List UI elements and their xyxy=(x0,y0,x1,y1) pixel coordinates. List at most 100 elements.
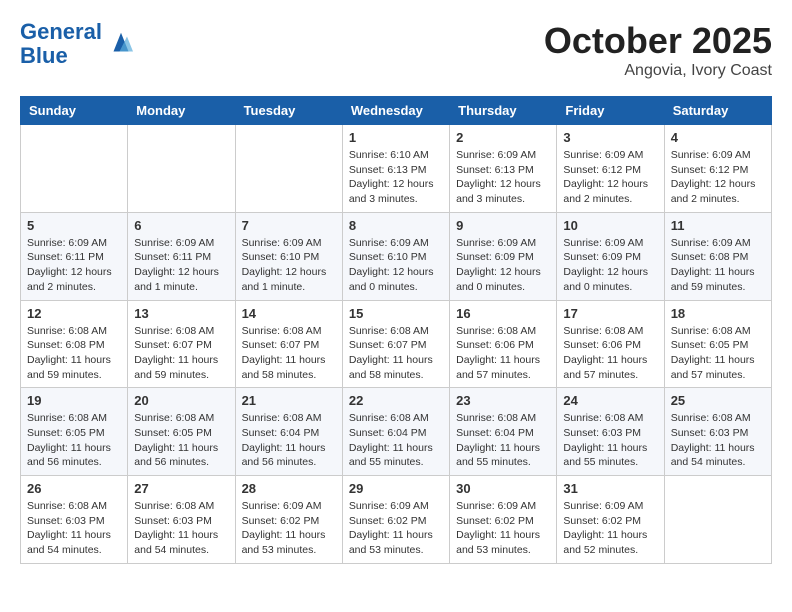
day-info: Sunrise: 6:08 AM Sunset: 6:03 PM Dayligh… xyxy=(27,499,121,558)
day-info: Sunrise: 6:09 AM Sunset: 6:12 PM Dayligh… xyxy=(671,148,765,207)
day-number: 12 xyxy=(27,306,121,321)
day-number: 7 xyxy=(242,218,336,233)
day-number: 26 xyxy=(27,481,121,496)
calendar-cell: 21 Sunrise: 6:08 AM Sunset: 6:04 PM Dayli… xyxy=(235,388,342,476)
month-title: October 2025 xyxy=(544,20,772,62)
day-info: Sunrise: 6:09 AM Sunset: 6:12 PM Dayligh… xyxy=(563,148,657,207)
day-number: 20 xyxy=(134,393,228,408)
calendar-cell: 22 Sunrise: 6:08 AM Sunset: 6:04 PM Dayli… xyxy=(342,388,449,476)
day-info: Sunrise: 6:08 AM Sunset: 6:04 PM Dayligh… xyxy=(242,411,336,470)
day-number: 5 xyxy=(27,218,121,233)
title-block: October 2025 Angovia, Ivory Coast xyxy=(544,20,772,80)
calendar-cell xyxy=(128,125,235,213)
calendar-cell xyxy=(664,476,771,564)
calendar-week-row: 12 Sunrise: 6:08 AM Sunset: 6:08 PM Dayli… xyxy=(21,300,772,388)
weekday-header: Thursday xyxy=(450,97,557,125)
calendar-cell: 24 Sunrise: 6:08 AM Sunset: 6:03 PM Dayli… xyxy=(557,388,664,476)
calendar-cell: 31 Sunrise: 6:09 AM Sunset: 6:02 PM Dayli… xyxy=(557,476,664,564)
day-info: Sunrise: 6:09 AM Sunset: 6:08 PM Dayligh… xyxy=(671,236,765,295)
day-info: Sunrise: 6:08 AM Sunset: 6:05 PM Dayligh… xyxy=(671,324,765,383)
day-info: Sunrise: 6:09 AM Sunset: 6:11 PM Dayligh… xyxy=(134,236,228,295)
calendar-cell: 9 Sunrise: 6:09 AM Sunset: 6:09 PM Daylig… xyxy=(450,212,557,300)
day-number: 9 xyxy=(456,218,550,233)
day-number: 22 xyxy=(349,393,443,408)
calendar-cell xyxy=(21,125,128,213)
calendar-week-row: 5 Sunrise: 6:09 AM Sunset: 6:11 PM Daylig… xyxy=(21,212,772,300)
day-number: 17 xyxy=(563,306,657,321)
calendar-cell: 18Sunrise: 6:08 AM Sunset: 6:05 PM Dayli… xyxy=(664,300,771,388)
day-number: 11 xyxy=(671,218,765,233)
day-info: Sunrise: 6:08 AM Sunset: 6:07 PM Dayligh… xyxy=(242,324,336,383)
calendar-cell: 27Sunrise: 6:08 AM Sunset: 6:03 PM Dayli… xyxy=(128,476,235,564)
day-info: Sunrise: 6:08 AM Sunset: 6:04 PM Dayligh… xyxy=(349,411,443,470)
weekday-header: Monday xyxy=(128,97,235,125)
weekday-header-row: SundayMondayTuesdayWednesdayThursdayFrid… xyxy=(21,97,772,125)
calendar-cell: 1Sunrise: 6:10 AM Sunset: 6:13 PM Daylig… xyxy=(342,125,449,213)
calendar-cell: 29Sunrise: 6:09 AM Sunset: 6:02 PM Dayli… xyxy=(342,476,449,564)
weekday-header: Saturday xyxy=(664,97,771,125)
calendar-cell: 5 Sunrise: 6:09 AM Sunset: 6:11 PM Daylig… xyxy=(21,212,128,300)
day-info: Sunrise: 6:09 AM Sunset: 6:10 PM Dayligh… xyxy=(242,236,336,295)
calendar-cell: 2 Sunrise: 6:09 AM Sunset: 6:13 PM Daylig… xyxy=(450,125,557,213)
weekday-header: Wednesday xyxy=(342,97,449,125)
day-number: 13 xyxy=(134,306,228,321)
day-info: Sunrise: 6:09 AM Sunset: 6:10 PM Dayligh… xyxy=(349,236,443,295)
day-info: Sunrise: 6:08 AM Sunset: 6:05 PM Dayligh… xyxy=(134,411,228,470)
day-info: Sunrise: 6:08 AM Sunset: 6:03 PM Dayligh… xyxy=(563,411,657,470)
calendar-cell: 26 Sunrise: 6:08 AM Sunset: 6:03 PM Dayli… xyxy=(21,476,128,564)
calendar-cell: 14 Sunrise: 6:08 AM Sunset: 6:07 PM Dayli… xyxy=(235,300,342,388)
calendar-cell: 4Sunrise: 6:09 AM Sunset: 6:12 PM Daylig… xyxy=(664,125,771,213)
day-number: 24 xyxy=(563,393,657,408)
day-info: Sunrise: 6:09 AM Sunset: 6:02 PM Dayligh… xyxy=(563,499,657,558)
calendar-cell: 16Sunrise: 6:08 AM Sunset: 6:06 PM Dayli… xyxy=(450,300,557,388)
calendar-cell: 6 Sunrise: 6:09 AM Sunset: 6:11 PM Daylig… xyxy=(128,212,235,300)
calendar-cell: 10 Sunrise: 6:09 AM Sunset: 6:09 PM Dayli… xyxy=(557,212,664,300)
day-number: 31 xyxy=(563,481,657,496)
day-info: Sunrise: 6:08 AM Sunset: 6:03 PM Dayligh… xyxy=(134,499,228,558)
calendar-cell xyxy=(235,125,342,213)
day-info: Sunrise: 6:09 AM Sunset: 6:02 PM Dayligh… xyxy=(242,499,336,558)
day-info: Sunrise: 6:09 AM Sunset: 6:11 PM Dayligh… xyxy=(27,236,121,295)
page-header: General Blue October 2025 Angovia, Ivory… xyxy=(20,20,772,80)
day-info: Sunrise: 6:08 AM Sunset: 6:07 PM Dayligh… xyxy=(134,324,228,383)
day-number: 2 xyxy=(456,130,550,145)
day-number: 3 xyxy=(563,130,657,145)
calendar-cell: 30 Sunrise: 6:09 AM Sunset: 6:02 PM Dayli… xyxy=(450,476,557,564)
day-number: 10 xyxy=(563,218,657,233)
day-info: Sunrise: 6:09 AM Sunset: 6:13 PM Dayligh… xyxy=(456,148,550,207)
weekday-header: Tuesday xyxy=(235,97,342,125)
day-info: Sunrise: 6:08 AM Sunset: 6:06 PM Dayligh… xyxy=(456,324,550,383)
day-number: 25 xyxy=(671,393,765,408)
calendar-cell: 3 Sunrise: 6:09 AM Sunset: 6:12 PM Daylig… xyxy=(557,125,664,213)
calendar-cell: 25Sunrise: 6:08 AM Sunset: 6:03 PM Dayli… xyxy=(664,388,771,476)
day-info: Sunrise: 6:08 AM Sunset: 6:04 PM Dayligh… xyxy=(456,411,550,470)
calendar-cell: 15 Sunrise: 6:08 AM Sunset: 6:07 PM Dayli… xyxy=(342,300,449,388)
calendar-cell: 12 Sunrise: 6:08 AM Sunset: 6:08 PM Dayli… xyxy=(21,300,128,388)
day-info: Sunrise: 6:09 AM Sunset: 6:09 PM Dayligh… xyxy=(456,236,550,295)
day-info: Sunrise: 6:08 AM Sunset: 6:08 PM Dayligh… xyxy=(27,324,121,383)
day-info: Sunrise: 6:09 AM Sunset: 6:09 PM Dayligh… xyxy=(563,236,657,295)
day-number: 8 xyxy=(349,218,443,233)
day-info: Sunrise: 6:08 AM Sunset: 6:06 PM Dayligh… xyxy=(563,324,657,383)
day-number: 14 xyxy=(242,306,336,321)
day-info: Sunrise: 6:08 AM Sunset: 6:05 PM Dayligh… xyxy=(27,411,121,470)
day-info: Sunrise: 6:08 AM Sunset: 6:07 PM Dayligh… xyxy=(349,324,443,383)
calendar-cell: 17 Sunrise: 6:08 AM Sunset: 6:06 PM Dayli… xyxy=(557,300,664,388)
day-number: 21 xyxy=(242,393,336,408)
logo-icon xyxy=(106,29,136,59)
weekday-header: Friday xyxy=(557,97,664,125)
calendar-cell: 28 Sunrise: 6:09 AM Sunset: 6:02 PM Dayli… xyxy=(235,476,342,564)
day-info: Sunrise: 6:09 AM Sunset: 6:02 PM Dayligh… xyxy=(456,499,550,558)
day-number: 15 xyxy=(349,306,443,321)
calendar-week-row: 1Sunrise: 6:10 AM Sunset: 6:13 PM Daylig… xyxy=(21,125,772,213)
logo-text: General Blue xyxy=(20,20,102,68)
weekday-header: Sunday xyxy=(21,97,128,125)
day-number: 23 xyxy=(456,393,550,408)
logo: General Blue xyxy=(20,20,136,68)
day-number: 6 xyxy=(134,218,228,233)
day-number: 28 xyxy=(242,481,336,496)
calendar-cell: 19Sunrise: 6:08 AM Sunset: 6:05 PM Dayli… xyxy=(21,388,128,476)
calendar-week-row: 26 Sunrise: 6:08 AM Sunset: 6:03 PM Dayli… xyxy=(21,476,772,564)
day-number: 30 xyxy=(456,481,550,496)
day-info: Sunrise: 6:10 AM Sunset: 6:13 PM Dayligh… xyxy=(349,148,443,207)
